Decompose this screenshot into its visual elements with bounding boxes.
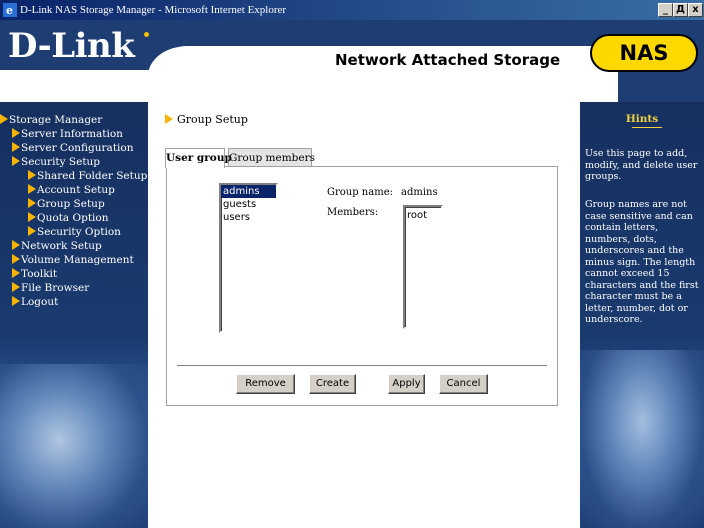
hints-panel: Hints Use this page to add, modify, and … [580,102,704,528]
ie-icon: e [3,3,17,17]
group-name-label: Group name: [327,187,393,198]
sidebar-item-group-setup[interactable]: Group Setup [0,197,148,211]
arrow-icon [12,296,20,306]
sidebar-item-toolkit[interactable]: Toolkit [0,267,148,281]
sidebar-item-server-information[interactable]: Server Information [0,127,148,141]
page-header: D-Link Network Attached Storage NAS [0,20,704,102]
arrow-icon [12,268,20,278]
sidebar-item-quota-option[interactable]: Quota Option [0,211,148,225]
list-item[interactable]: root [405,209,441,222]
list-item[interactable]: admins [221,185,276,198]
sidebar-nav: Storage Manager Server Information Serve… [0,113,148,309]
members-listbox[interactable]: root [403,205,443,329]
nas-badge: NAS [590,34,698,72]
arrow-icon [165,114,173,124]
sidebar-photo [0,364,148,528]
window-title: D-Link NAS Storage Manager - Microsoft I… [20,4,287,16]
hints-title: Hints [625,113,659,125]
sidebar-item-storage-manager[interactable]: Storage Manager [0,113,148,127]
sidebar-item-volume-management[interactable]: Volume Management [0,253,148,267]
arrow-icon [28,184,36,194]
svg-text:e: e [6,4,13,17]
sidebar-item-security-setup[interactable]: Security Setup [0,155,148,169]
arrow-icon [12,142,20,152]
hint-paragraph: Group names are not case sensitive and c… [585,199,699,325]
hint-paragraph: Use this page to add, modify, and delete… [585,148,698,182]
create-button[interactable]: Create [309,374,356,394]
arrow-icon [28,226,36,236]
divider [177,365,547,367]
minimize-button[interactable]: _ [658,3,673,17]
arrow-icon [12,240,20,250]
cancel-button[interactable]: Cancel [439,374,488,394]
sidebar-item-account-setup[interactable]: Account Setup [0,183,148,197]
tab-group-members[interactable]: Group members [228,148,315,167]
hints-underline [632,127,662,128]
sidebar-item-network-setup[interactable]: Network Setup [0,239,148,253]
window-titlebar: e D-Link NAS Storage Manager - Microsoft… [0,0,704,20]
arrow-icon [28,198,36,208]
remove-button[interactable]: Remove [236,374,295,394]
sidebar-item-file-browser[interactable]: File Browser [0,281,148,295]
sidebar-item-logout[interactable]: Logout [0,295,148,309]
sidebar-item-security-option[interactable]: Security Option [0,225,148,239]
logo-dot [144,32,149,37]
header-title: Network Attached Storage [335,51,561,69]
arrow-icon [12,128,20,138]
arrow-icon [12,282,20,292]
group-name-value: admins [401,187,438,198]
hints-photo [580,350,704,528]
sidebar-item-server-configuration[interactable]: Server Configuration [0,141,148,155]
arrow-icon [28,212,36,222]
group-listbox[interactable]: admins guests users [219,183,278,333]
list-item[interactable]: guests [221,198,276,211]
tab-user-group[interactable]: User group [165,148,232,168]
list-item[interactable]: users [221,211,276,224]
sidebar-item-shared-folder-setup[interactable]: Shared Folder Setup [0,169,148,183]
arrow-icon [0,114,8,124]
page-title: Group Setup [165,113,248,126]
arrow-icon [12,156,20,166]
maximize-button[interactable]: Д [673,3,688,17]
arrow-icon [28,170,36,180]
dlink-logo: D-Link [8,26,135,66]
apply-button[interactable]: Apply [388,374,425,394]
members-label: Members: [327,207,379,218]
main-content: Group Setup User group Group members adm… [148,102,580,528]
arrow-icon [12,254,20,264]
sidebar: Storage Manager Server Information Serve… [0,102,148,528]
group-panel: admins guests users Group name: admins M… [166,166,558,406]
close-button[interactable]: x [688,3,703,17]
